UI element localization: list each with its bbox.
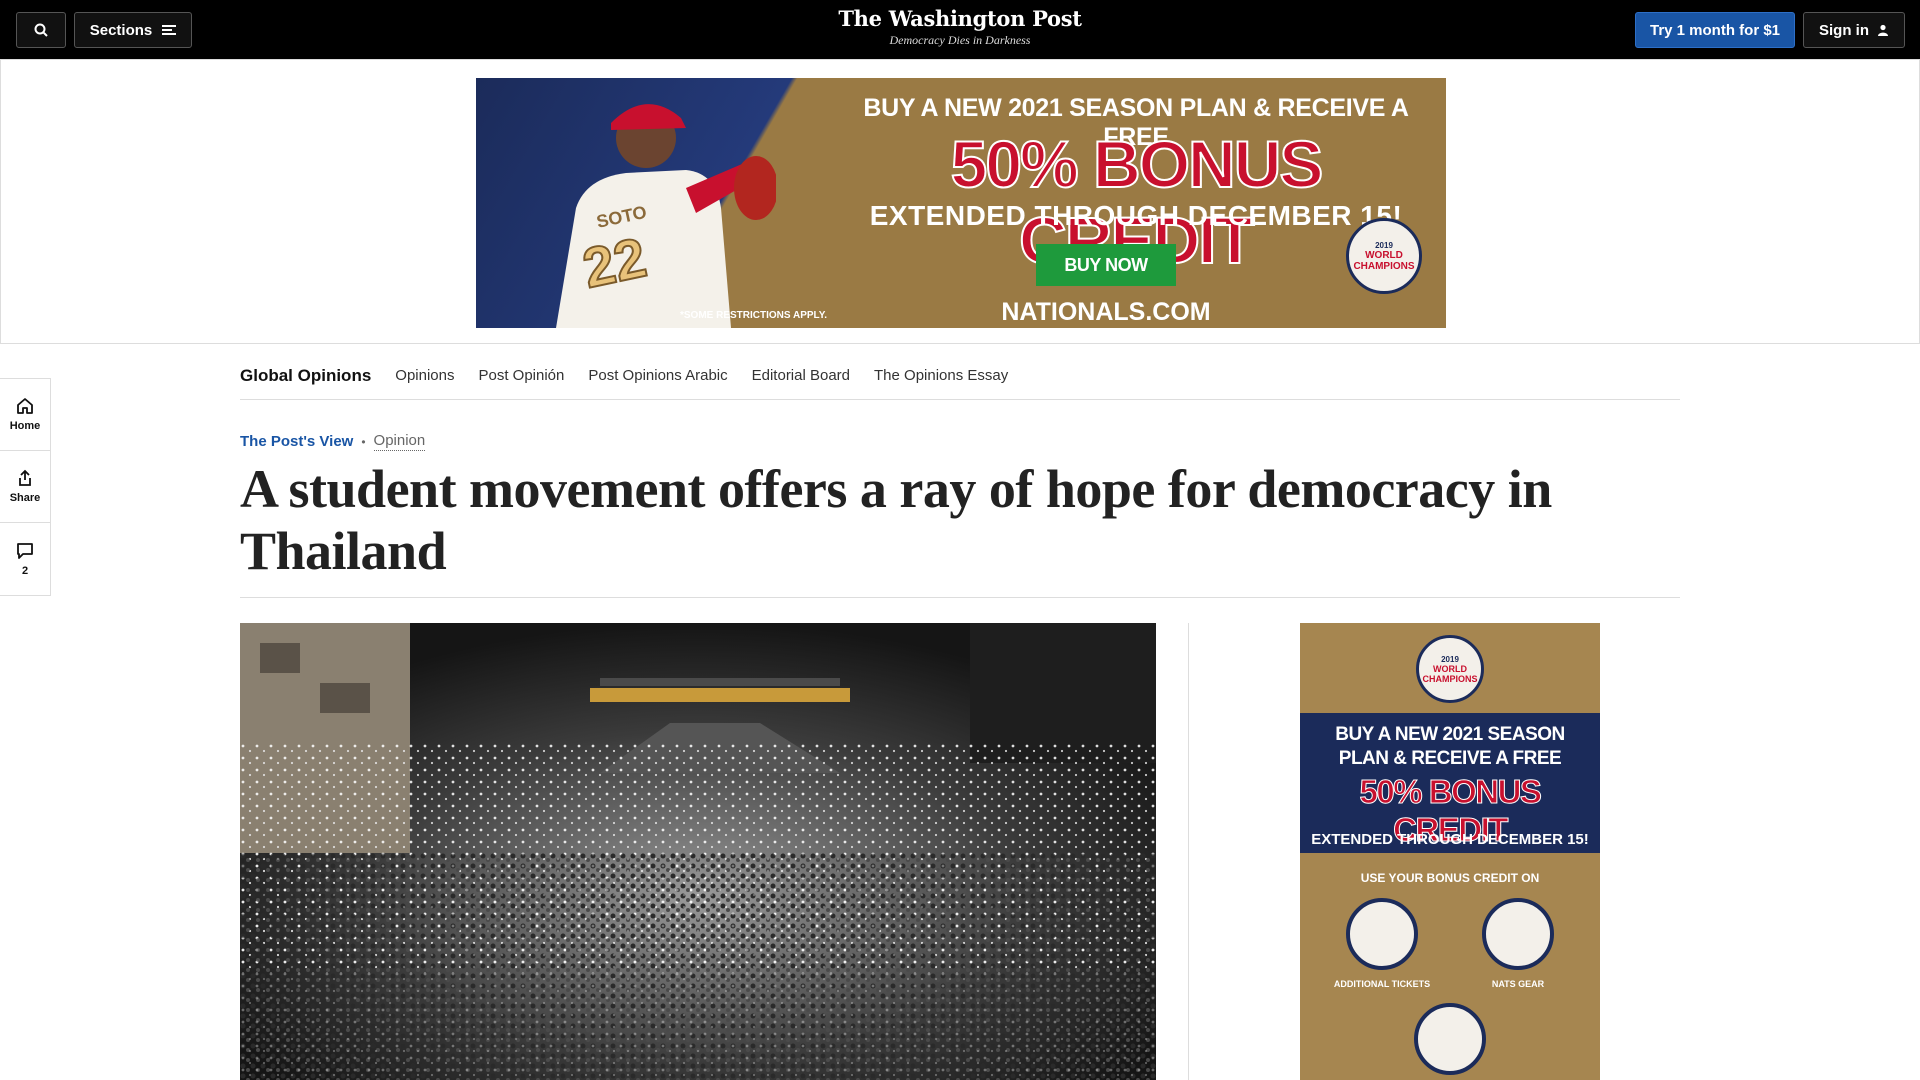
- sections-button[interactable]: Sections: [74, 12, 192, 48]
- comment-count: 2: [21, 564, 29, 577]
- nationals-banner-ad[interactable]: SOTO 22 BUY A NEW 2021 SEASON PLAN & REC…: [476, 78, 1446, 328]
- side-ad-line-1: BUY A NEW 2021 SEASON PLAN & RECEIVE A F…: [1335, 724, 1565, 769]
- world-champions-logo: 2019 WORLD CHAMPIONS: [1416, 635, 1484, 703]
- sign-in-label: Sign in: [1819, 21, 1869, 39]
- search-button[interactable]: [16, 12, 66, 48]
- article-kicker: The Post's View • Opinion: [240, 432, 426, 451]
- subnav-link-opinions-essay[interactable]: The Opinions Essay: [874, 367, 1008, 384]
- article-headline: A student movement offers a ray of hope …: [240, 459, 1552, 581]
- subscribe-button[interactable]: Try 1 month for $1: [1635, 12, 1795, 48]
- section-subnav: Global Opinions Opinions Post Opinión Po…: [240, 352, 1680, 400]
- column-divider: [1188, 623, 1189, 1080]
- side-ad-line-3: EXTENDED THROUGH DECEMBER 15!: [1311, 831, 1589, 848]
- side-ad-line-4: USE YOUR BONUS CREDIT ON: [1360, 871, 1540, 885]
- home-label: Home: [9, 420, 41, 432]
- kicker-separator: •: [361, 434, 366, 449]
- search-icon: [34, 23, 48, 37]
- jersey-icon: [1482, 898, 1554, 970]
- svg-text:22: 22: [577, 225, 651, 300]
- food-icon: [1414, 1003, 1486, 1075]
- subnav-link-opinions[interactable]: Opinions: [395, 367, 454, 384]
- sign-in-button[interactable]: Sign in: [1803, 12, 1905, 48]
- article-lead-photo[interactable]: [240, 623, 1156, 1080]
- subnav-link-post-opinion[interactable]: Post Opinión: [478, 367, 564, 384]
- ad-line-3: EXTENDED THROUGH DECEMBER 15!: [869, 200, 1403, 231]
- ticket-icon: [1346, 898, 1418, 970]
- comment-icon: [17, 542, 33, 559]
- sections-label: Sections: [89, 21, 153, 39]
- share-button[interactable]: Share: [0, 451, 50, 523]
- masthead[interactable]: The Washington Post Democracy Dies in Da…: [760, 6, 1160, 48]
- share-icon: [19, 469, 31, 486]
- buy-now-button[interactable]: BUY NOW: [1036, 244, 1176, 286]
- protest-crowd-image: [240, 623, 1156, 1080]
- subnav-link-editorial-board[interactable]: Editorial Board: [752, 367, 850, 384]
- headline-divider: [240, 597, 1680, 598]
- top-navigation-bar: Sections The Washington Post Democracy D…: [0, 0, 1920, 59]
- ad-restrictions: *SOME RESTRICTIONS APPLY.: [680, 310, 828, 321]
- home-icon: [17, 398, 33, 414]
- subnav-brand[interactable]: Global Opinions: [240, 366, 371, 386]
- ad-url: NATIONALS.COM: [1001, 298, 1211, 326]
- side-ad-caption-tickets: ADDITIONAL TICKETS: [1333, 979, 1431, 989]
- comments-button[interactable]: 2: [0, 523, 50, 595]
- kicker-label[interactable]: The Post's View: [240, 433, 353, 450]
- world-champions-logo: 2019 WORLD CHAMPIONS: [1346, 218, 1422, 294]
- site-tagline: Democracy Dies in Darkness: [889, 33, 1031, 47]
- baseball-player-image: SOTO 22: [556, 104, 776, 328]
- opinion-label[interactable]: Opinion: [373, 432, 426, 451]
- nationals-side-ad[interactable]: 2019 WORLD CHAMPIONS BUY A NEW 2021 SEAS…: [1300, 623, 1600, 1080]
- subnav-link-post-opinions-arabic[interactable]: Post Opinions Arabic: [588, 367, 727, 384]
- top-ad-container: SOTO 22 BUY A NEW 2021 SEASON PLAN & REC…: [0, 59, 1920, 344]
- share-label: Share: [9, 492, 41, 504]
- home-button[interactable]: Home: [0, 379, 50, 451]
- hamburger-icon: [162, 25, 177, 35]
- left-action-rail: Home Share 2: [0, 378, 51, 596]
- site-logo[interactable]: The Washington Post: [760, 6, 1160, 32]
- user-icon: [1878, 24, 1888, 36]
- side-ad-caption-gear: NATS GEAR: [1491, 979, 1545, 989]
